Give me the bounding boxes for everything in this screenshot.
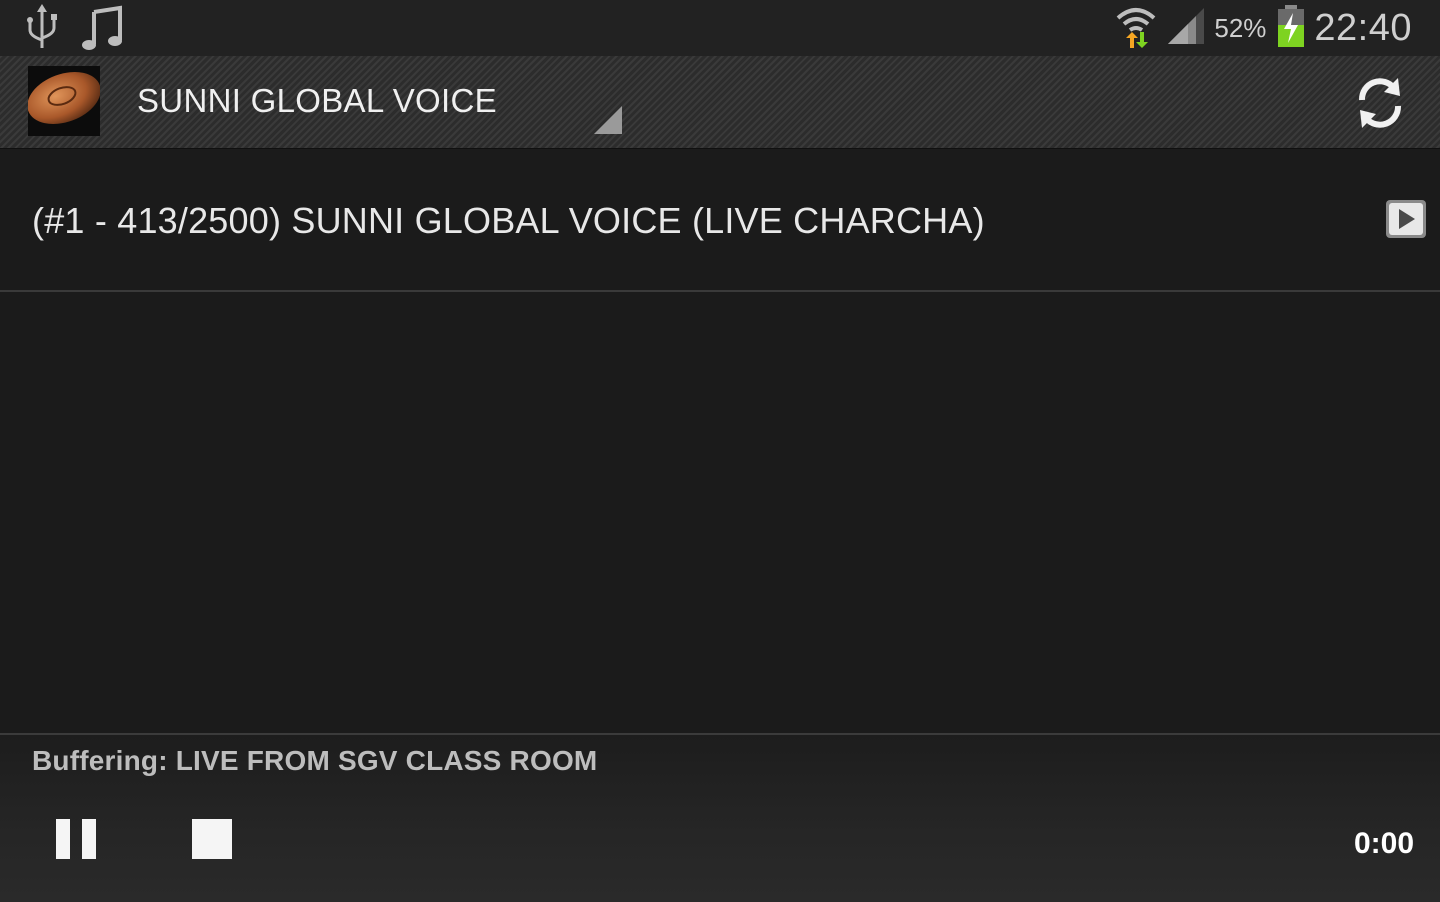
refresh-icon xyxy=(1359,78,1401,128)
wifi-icon xyxy=(1114,2,1158,55)
play-stream-button[interactable] xyxy=(1386,200,1426,238)
list-item[interactable]: (#1 - 413/2500) SUNNI GLOBAL VOICE (LIVE… xyxy=(0,148,1440,292)
station-selector-title[interactable]: SUNNI GLOBAL VOICE xyxy=(137,82,497,120)
stream-list: (#1 - 413/2500) SUNNI GLOBAL VOICE (LIVE… xyxy=(0,148,1440,292)
elapsed-time: 0:00 xyxy=(1353,827,1414,860)
pause-button[interactable] xyxy=(54,819,98,861)
clock: 22:40 xyxy=(1314,6,1412,49)
system-status: 52% 22:40 xyxy=(1114,0,1412,56)
list-item-label: (#1 - 413/2500) SUNNI GLOBAL VOICE (LIVE… xyxy=(32,200,985,241)
stop-button[interactable] xyxy=(192,819,232,859)
signal-icon xyxy=(1166,6,1206,51)
usb-icon xyxy=(22,4,62,57)
battery-percentage: 52% xyxy=(1214,12,1267,43)
battery-charging-icon xyxy=(1276,4,1306,52)
notification-icons xyxy=(22,4,124,57)
refresh-button[interactable] xyxy=(1352,74,1408,132)
dropdown-corner-icon[interactable] xyxy=(594,106,622,134)
play-icon xyxy=(1389,203,1423,235)
app-logo-icon[interactable] xyxy=(28,66,100,136)
status-bar: 52% 22:40 xyxy=(0,0,1440,56)
pause-icon-bar xyxy=(82,819,96,859)
player-bar: Buffering: LIVE FROM SGV CLASS ROOM 0:00 xyxy=(0,733,1440,902)
pause-icon xyxy=(56,819,70,859)
music-note-icon xyxy=(80,4,124,57)
playback-status: Buffering: LIVE FROM SGV CLASS ROOM xyxy=(32,745,598,776)
action-bar: SUNNI GLOBAL VOICE xyxy=(0,56,1440,149)
